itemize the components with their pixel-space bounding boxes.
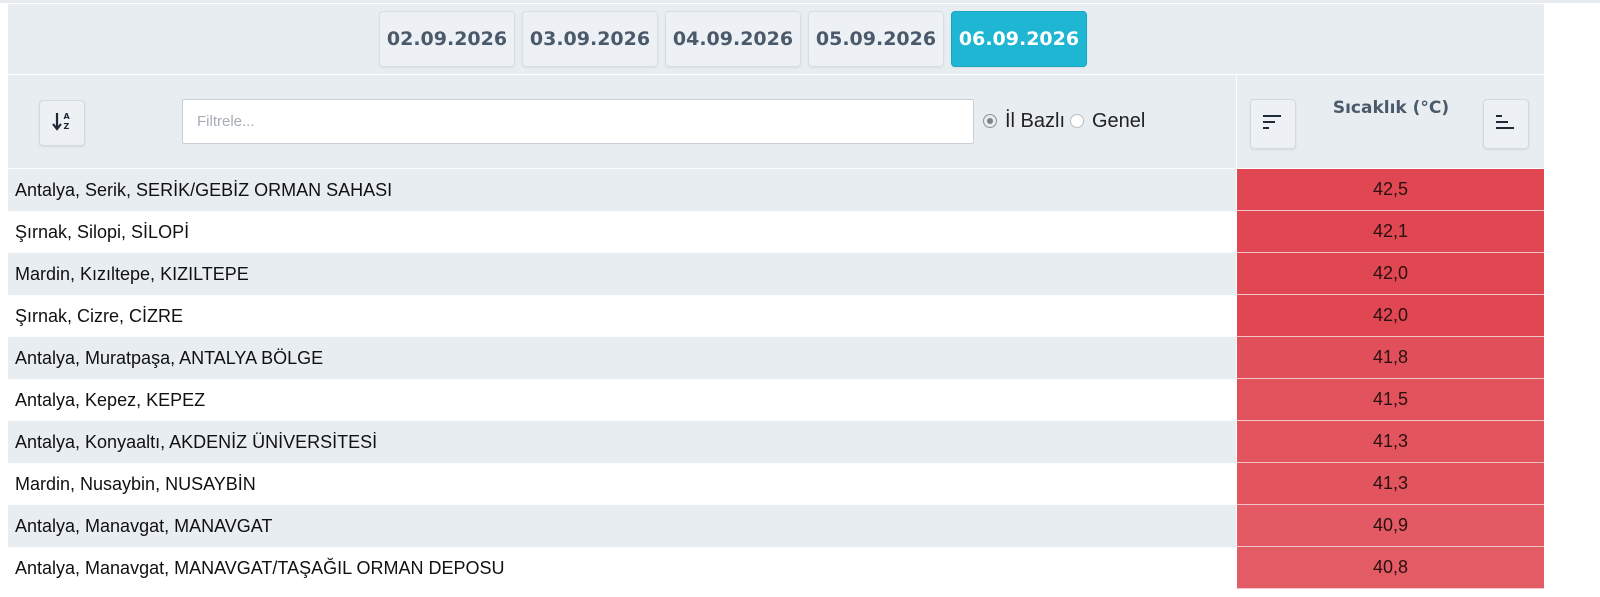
name-column-header: A Z İl Bazlı Genel	[8, 75, 1234, 168]
radio-genel-control[interactable]	[1070, 114, 1084, 128]
sort-alpha-icon: A Z	[51, 110, 73, 137]
date-button[interactable]: 03.09.2026	[522, 11, 658, 67]
table-row: Şırnak, Silopi, SİLOPİ 42,1	[8, 211, 1544, 253]
table-row: Antalya, Serik, SERİK/GEBİZ ORMAN SAHASI…	[8, 169, 1544, 211]
value-column-title: Sıcaklık (°C)	[1332, 98, 1450, 118]
station-name: Antalya, Serik, SERİK/GEBİZ ORMAN SAHASI	[8, 169, 1236, 211]
table-header: A Z İl Bazlı Genel	[8, 75, 1544, 168]
temperature-cell: 42,5	[1236, 169, 1544, 211]
radio-il-bazli[interactable]: İl Bazlı	[983, 108, 1065, 134]
svg-text:Z: Z	[64, 122, 70, 131]
station-name: Mardin, Kızıltepe, KIZILTEPE	[8, 253, 1236, 295]
radio-il-bazli-control[interactable]	[983, 114, 997, 128]
table-row: Antalya, Kepez, KEPEZ 41,5	[8, 379, 1544, 421]
temperature-cell: 41,5	[1236, 379, 1544, 421]
radio-genel-label: Genel	[1092, 109, 1146, 132]
station-name: Antalya, Kepez, KEPEZ	[15, 389, 206, 410]
table-row: Antalya, Muratpaşa, ANTALYA BÖLGE 41,8	[8, 337, 1544, 379]
temperature-cell: 40,8	[1236, 547, 1544, 589]
temperature-cell: 42,0	[1236, 295, 1544, 337]
temperature-cell: 41,3	[1236, 463, 1544, 505]
station-name: Antalya, Manavgat, MANAVGAT/TAŞAĞIL ORMA…	[15, 557, 505, 578]
temperature-cell: 41,8	[1236, 337, 1544, 379]
temperature-cell: 42,1	[1236, 211, 1544, 253]
value-column-header: Sıcaklık (°C)	[1236, 75, 1545, 168]
temperature-cell: 40,9	[1236, 505, 1544, 547]
radio-genel[interactable]: Genel	[1070, 108, 1145, 134]
top-border	[0, 0, 1600, 3]
sort-alpha-button[interactable]: A Z	[39, 100, 85, 146]
station-name: Antalya, Muratpaşa, ANTALYA BÖLGE	[8, 337, 1236, 379]
svg-text:A: A	[64, 112, 71, 121]
sort-ascending-icon	[1496, 114, 1516, 135]
table-row: Şırnak, Cizre, CİZRE 42,0	[8, 295, 1544, 337]
sort-descending-button[interactable]	[1250, 99, 1296, 149]
station-name: Antalya, Manavgat, MANAVGAT	[8, 505, 1236, 547]
radio-il-bazli-label: İl Bazlı	[1005, 109, 1066, 132]
table-body: Antalya, Serik, SERİK/GEBİZ ORMAN SAHASI…	[8, 169, 1544, 589]
table-row: Antalya, Manavgat, MANAVGAT/TAŞAĞIL ORMA…	[8, 547, 1544, 589]
sort-ascending-button[interactable]	[1483, 99, 1529, 149]
station-name: Antalya, Konyaaltı, AKDENİZ ÜNİVERSİTESİ	[8, 421, 1236, 463]
date-button[interactable]: 04.09.2026	[665, 11, 801, 67]
sort-descending-icon	[1263, 114, 1283, 135]
date-selector: 02.09.2026 03.09.2026 04.09.2026 05.09.2…	[8, 4, 1544, 75]
table-row: Antalya, Konyaaltı, AKDENİZ ÜNİVERSİTESİ…	[8, 421, 1544, 463]
station-name: Şırnak, Silopi, SİLOPİ	[15, 221, 190, 242]
date-button[interactable]: 05.09.2026	[808, 11, 944, 67]
date-button[interactable]: 02.09.2026	[379, 11, 515, 67]
date-button-active[interactable]: 06.09.2026	[951, 11, 1087, 67]
temperature-cell: 42,0	[1236, 253, 1544, 295]
station-name: Şırnak, Cizre, CİZRE	[15, 305, 184, 326]
table-row: Mardin, Nusaybin, NUSAYBİN 41,3	[8, 463, 1544, 505]
table-row: Antalya, Manavgat, MANAVGAT 40,9	[8, 505, 1544, 547]
table-row: Mardin, Kızıltepe, KIZILTEPE 42,0	[8, 253, 1544, 295]
temperature-cell: 41,3	[1236, 421, 1544, 463]
temperature-ranking-panel: 02.09.2026 03.09.2026 04.09.2026 05.09.2…	[8, 4, 1544, 597]
station-name: Mardin, Nusaybin, NUSAYBİN	[15, 473, 256, 494]
filter-input[interactable]	[182, 99, 974, 144]
